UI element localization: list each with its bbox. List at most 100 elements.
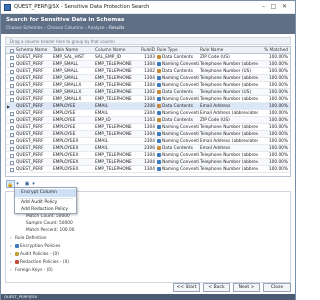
table-row[interactable]: QUEST_PERF EMP_SAL_HIST SAL_EMP_ID 1103 Data… (6, 54, 290, 61)
column-header-rule-name[interactable]: Rule Name (200, 47, 262, 54)
cell-rule-type: Naming Convention (157, 138, 199, 145)
tree-node[interactable]: Match Percent: 100.00 (26, 227, 75, 234)
menu-item-add-redaction-policy[interactable]: Add Redaction Policy (15, 206, 76, 214)
column-header-column-name[interactable]: Column Name (95, 47, 137, 54)
column-header-rule-id[interactable]: RuleID (137, 47, 155, 54)
cell-table-name: EMP_SMALLX (53, 90, 82, 95)
cell-matched: 100.00% (268, 118, 288, 123)
tree-node[interactable]: › Rule Definition (10, 235, 47, 242)
row-checkbox[interactable] (10, 90, 14, 95)
close-window-button[interactable]: ✕ (280, 3, 289, 11)
cell-rule-name: Email Address (200, 146, 231, 151)
table-row[interactable]: QUEST_PERF EMP_SMALL EMP_TELEPHONE 1302 Data… (6, 68, 290, 75)
row-checkbox[interactable] (10, 153, 14, 158)
rule-type-text: Data Contents (162, 55, 193, 60)
breadcrumb-choose-schemas[interactable]: Choose Schemas (6, 26, 43, 31)
tree-node[interactable]: Sample Count: 50000 (26, 220, 73, 227)
row-checkbox[interactable] (10, 146, 14, 151)
next-button[interactable]: Next > (233, 283, 260, 292)
group-by-panel[interactable]: Drag a column header here to group by th… (5, 37, 291, 45)
table-row[interactable]: QUEST_PERF EMP_SMALLX EMP_TELEPHONE 1304 Nam… (6, 82, 290, 89)
cell-matched: 100.00% (268, 167, 288, 172)
table-row[interactable]: QUEST_PERF EMP_SMALL EMP_TELEPHONE 1304 Nami… (6, 75, 290, 82)
minimize-button[interactable]: – (259, 3, 268, 11)
cell-schema-name: QUEST_PERF (16, 146, 44, 151)
table-row[interactable]: ▶ QUEST_PERF EMPLOYEE EMAIL 2306 Data Content… (6, 103, 290, 110)
maximize-button[interactable]: □ (269, 3, 278, 11)
table-row[interactable]: QUEST_PERF EMP_SMALLX EMP_TELEPHONE 1302 Dat… (6, 89, 290, 96)
rule-type-text: Naming Convention (162, 125, 199, 130)
select-all-checkbox[interactable] (10, 48, 14, 53)
cell-rule-name: Email Address (abbreviated) (200, 139, 258, 144)
row-checkbox[interactable] (10, 125, 14, 130)
cell-rule-type: Naming Convention (157, 75, 199, 82)
table-row[interactable]: QUEST_PERF EMPLOYEEX EMAIL 2304 Naming Conve… (6, 138, 290, 145)
cell-schema-name: QUEST_PERF (16, 111, 44, 116)
breadcrumb-separator: › (44, 26, 46, 31)
row-checkbox[interactable] (10, 69, 14, 74)
table-row[interactable]: QUEST_PERF EMPLOYEEX EMP_TELEPHONE 1304 Nami… (6, 166, 290, 173)
table-row[interactable]: QUEST_PERF EMP_SMALLX EMP_TELEPHONE 1304 Nam… (6, 96, 290, 103)
cell-matched: 100.00% (268, 90, 288, 95)
data-contents-icon (157, 54, 161, 59)
column-header-matched[interactable]: % Matched (258, 47, 288, 54)
table-row[interactable]: QUEST_PERF EMPLOYEE EMP_TELEPHONE 1304 Namin… (6, 124, 290, 131)
table-row[interactable]: QUEST_PERF EMPLOYEE EMP_ID 1103 Data Content… (6, 117, 290, 124)
row-indicator-icon: ▶ (7, 104, 11, 109)
cell-rule-id: 2306 (144, 104, 155, 109)
cell-table-name: EMP_SMALL (53, 69, 79, 74)
row-checkbox[interactable] (10, 55, 14, 60)
table-row[interactable]: QUEST_PERF EMPLOYEE EMAIL 2304 Naming Conven… (6, 110, 290, 117)
cell-column-name: EMP_TELEPHONE (95, 90, 132, 95)
row-checkbox[interactable] (10, 139, 14, 144)
rule-type-text: Data Contents (162, 118, 193, 123)
cell-matched: 100.00% (268, 97, 288, 102)
start-button[interactable]: << Start (173, 283, 200, 292)
tree-node[interactable]: › Audit Policies - (0) (10, 251, 59, 258)
breadcrumb-choose-columns[interactable]: Choose Columns (47, 26, 83, 31)
row-checkbox[interactable] (10, 118, 14, 123)
tree-node[interactable]: › Redaction Policies - (0) (10, 259, 69, 266)
column-header-schema-name[interactable]: Schema Name (16, 47, 52, 54)
row-checkbox[interactable] (10, 76, 14, 81)
row-checkbox[interactable] (10, 97, 14, 102)
cell-schema-name: QUEST_PERF (16, 62, 44, 67)
table-row[interactable]: QUEST_PERF EMPLOYEEX EMP_TELEPHONE 1304 Nami… (6, 159, 290, 166)
row-checkbox[interactable] (10, 62, 14, 67)
row-checkbox[interactable] (10, 132, 14, 137)
tree-node[interactable]: › Encryption Policies (10, 243, 60, 250)
rule-type-text: Naming Convention (162, 132, 199, 137)
row-checkbox[interactable] (10, 167, 14, 172)
cell-table-name: EMPLOYEE (53, 125, 76, 130)
cell-rule-name: Telephone Number (abbreviated) (200, 160, 258, 165)
cell-matched: 100.00% (268, 146, 288, 151)
cell-matched: 100.00% (268, 55, 288, 60)
table-row[interactable]: QUEST_PERF EMPLOYEEX EMP_TELEPHONE 1304 Nami… (6, 152, 290, 159)
back-button[interactable]: < Back (203, 283, 230, 292)
cell-matched: 100.00% (268, 76, 288, 81)
cell-rule-name: Telephone Number (abbreviated) (200, 132, 258, 137)
column-header-rule-type[interactable]: Rule Type (157, 47, 197, 54)
cell-schema-name: QUEST_PERF (16, 125, 44, 130)
table-row[interactable]: QUEST_PERF EMPLOYEE EMP_TELEPHONE 1304 Namin… (6, 131, 290, 138)
menu-item-encrypt-column[interactable]: Encrypt Column (15, 189, 76, 197)
cell-column-name: EMP_TELEPHONE (95, 160, 132, 165)
cell-matched: 100.00% (268, 160, 288, 165)
rule-type-text: Data Contents (162, 104, 193, 109)
breadcrumb-results: Results (109, 26, 125, 31)
tree-node[interactable]: Match Count: 50000 (26, 213, 70, 220)
column-header-table-name[interactable]: Table Name (53, 47, 93, 54)
table-row[interactable]: QUEST_PERF EMPLOYEEX EMAIL 2306 Data Content… (6, 145, 290, 152)
tree-node-label: Audit Policies - (0) (20, 252, 59, 257)
cell-rule-id: 1304 (144, 97, 155, 102)
row-checkbox[interactable] (10, 160, 14, 165)
breadcrumb-analyze[interactable]: Analyze (88, 26, 105, 31)
tree-node[interactable]: › Foreign Keys - (0) (10, 267, 53, 274)
close-button[interactable]: Close (263, 283, 291, 292)
app-window: QUEST_PERF@SX - Sensitive Data Protectio… (0, 0, 296, 300)
grid-header-row: Schema Name Table Name Column Name RuleI… (6, 47, 290, 54)
table-row[interactable]: QUEST_PERF EMP_SMALL EMP_TELEPHONE 1304 Nami… (6, 61, 290, 68)
cell-rule-id: 1304 (144, 83, 155, 88)
row-checkbox[interactable] (10, 111, 14, 116)
row-checkbox[interactable] (10, 83, 14, 88)
